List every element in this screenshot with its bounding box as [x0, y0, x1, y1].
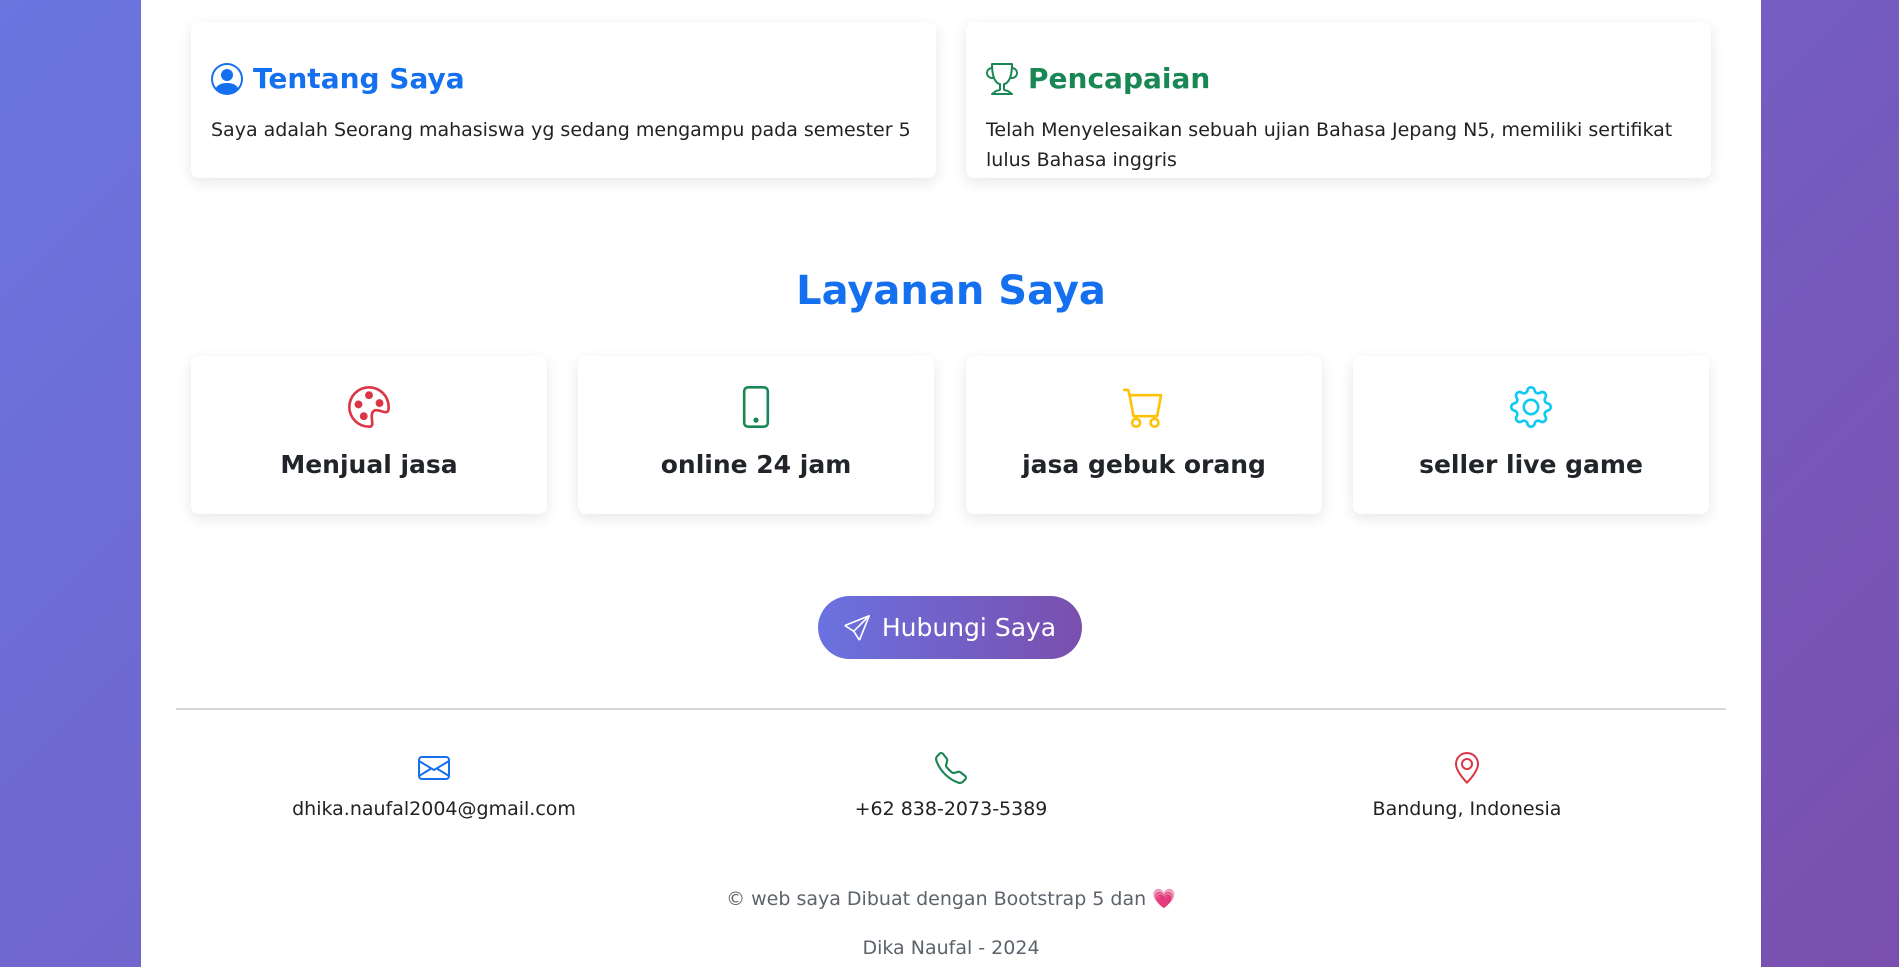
palette-icon — [348, 386, 390, 428]
about-title: Tentang Saya — [211, 62, 916, 95]
achievement-title-text: Pencapaian — [1028, 62, 1211, 95]
service-label: online 24 jam — [660, 450, 852, 479]
service-label: Menjual jasa — [280, 450, 458, 479]
footer-author: Dika Naufal - 2024 — [862, 937, 1040, 959]
about-card: Tentang Saya Saya adalah Seorang mahasis… — [191, 22, 936, 178]
contact-email: dhika.naufal2004@gmail.com — [234, 752, 634, 820]
contact-me-label: Hubungi Saya — [881, 613, 1057, 642]
send-icon — [844, 614, 870, 641]
contact-location: Bandung, Indonesia — [1267, 752, 1667, 820]
services-title: Layanan Saya — [796, 268, 1106, 314]
trophy-icon — [986, 62, 1018, 95]
service-card-seller: seller live game — [1353, 356, 1709, 514]
about-text: Saya adalah Seorang mahasiswa yg sedang … — [211, 119, 911, 141]
cart-icon — [1123, 388, 1163, 428]
footer-copyright: © web saya Dibuat dengan Bootstrap 5 dan… — [141, 887, 1761, 910]
gear-icon — [1510, 386, 1552, 428]
service-label: seller live game — [1419, 450, 1643, 479]
achievement-text: Telah Menyelesaikan sebuah ujian Bahasa … — [986, 119, 1673, 171]
geo-pin-icon — [1455, 752, 1479, 784]
service-label: jasa gebuk orang — [1022, 450, 1266, 479]
about-title-text: Tentang Saya — [253, 62, 465, 95]
copyright-text: © web saya Dibuat dengan Bootstrap 5 dan — [726, 888, 1147, 910]
heart-icon: 💗 — [1152, 888, 1176, 910]
contact-email-text[interactable]: dhika.naufal2004@gmail.com — [234, 798, 634, 820]
contact-phone: +62 838-2073-5389 — [751, 751, 1151, 820]
contact-me-button[interactable]: Hubungi Saya — [818, 596, 1082, 659]
footer-divider — [176, 708, 1726, 710]
service-card-menjual-jasa: Menjual jasa — [191, 356, 547, 514]
achievement-title: Pencapaian — [986, 62, 1691, 95]
person-circle-icon — [211, 62, 243, 95]
main-container: Tentang Saya Saya adalah Seorang mahasis… — [141, 0, 1761, 967]
telephone-icon — [934, 751, 968, 785]
envelope-icon — [418, 756, 450, 780]
service-card-online: online 24 jam — [578, 356, 934, 514]
service-card-gebuk: jasa gebuk orang — [966, 356, 1322, 514]
contact-location-text: Bandung, Indonesia — [1372, 798, 1562, 820]
achievement-card: Pencapaian Telah Menyelesaikan sebuah uj… — [966, 22, 1711, 178]
contact-phone-text[interactable]: +62 838-2073-5389 — [751, 798, 1151, 820]
phone-icon — [742, 386, 770, 428]
